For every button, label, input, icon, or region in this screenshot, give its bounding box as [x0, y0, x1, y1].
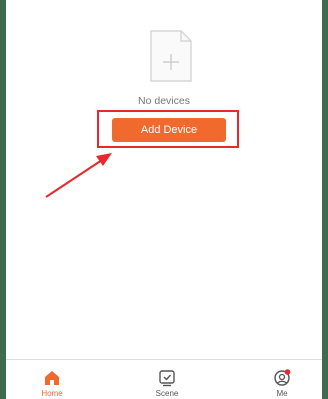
tab-home-label: Home: [41, 389, 63, 398]
tab-scene[interactable]: Scene: [132, 360, 202, 399]
empty-state-message: No devices: [138, 95, 190, 107]
home-icon: [43, 369, 61, 387]
add-device-button[interactable]: Add Device: [112, 118, 226, 142]
notification-badge: [284, 369, 291, 375]
tab-home[interactable]: Home: [17, 360, 87, 399]
tab-scene-label: Scene: [155, 389, 179, 398]
empty-document-plus-icon: [141, 30, 199, 82]
scene-check-icon: [158, 369, 176, 387]
bottom-tab-bar: Home Scene Me: [6, 359, 322, 399]
profile-icon: [273, 369, 291, 387]
app-screen: No devices Add Device Home Scene Me: [6, 0, 322, 399]
tab-me[interactable]: Me: [247, 360, 317, 399]
tab-me-label: Me: [276, 389, 288, 398]
